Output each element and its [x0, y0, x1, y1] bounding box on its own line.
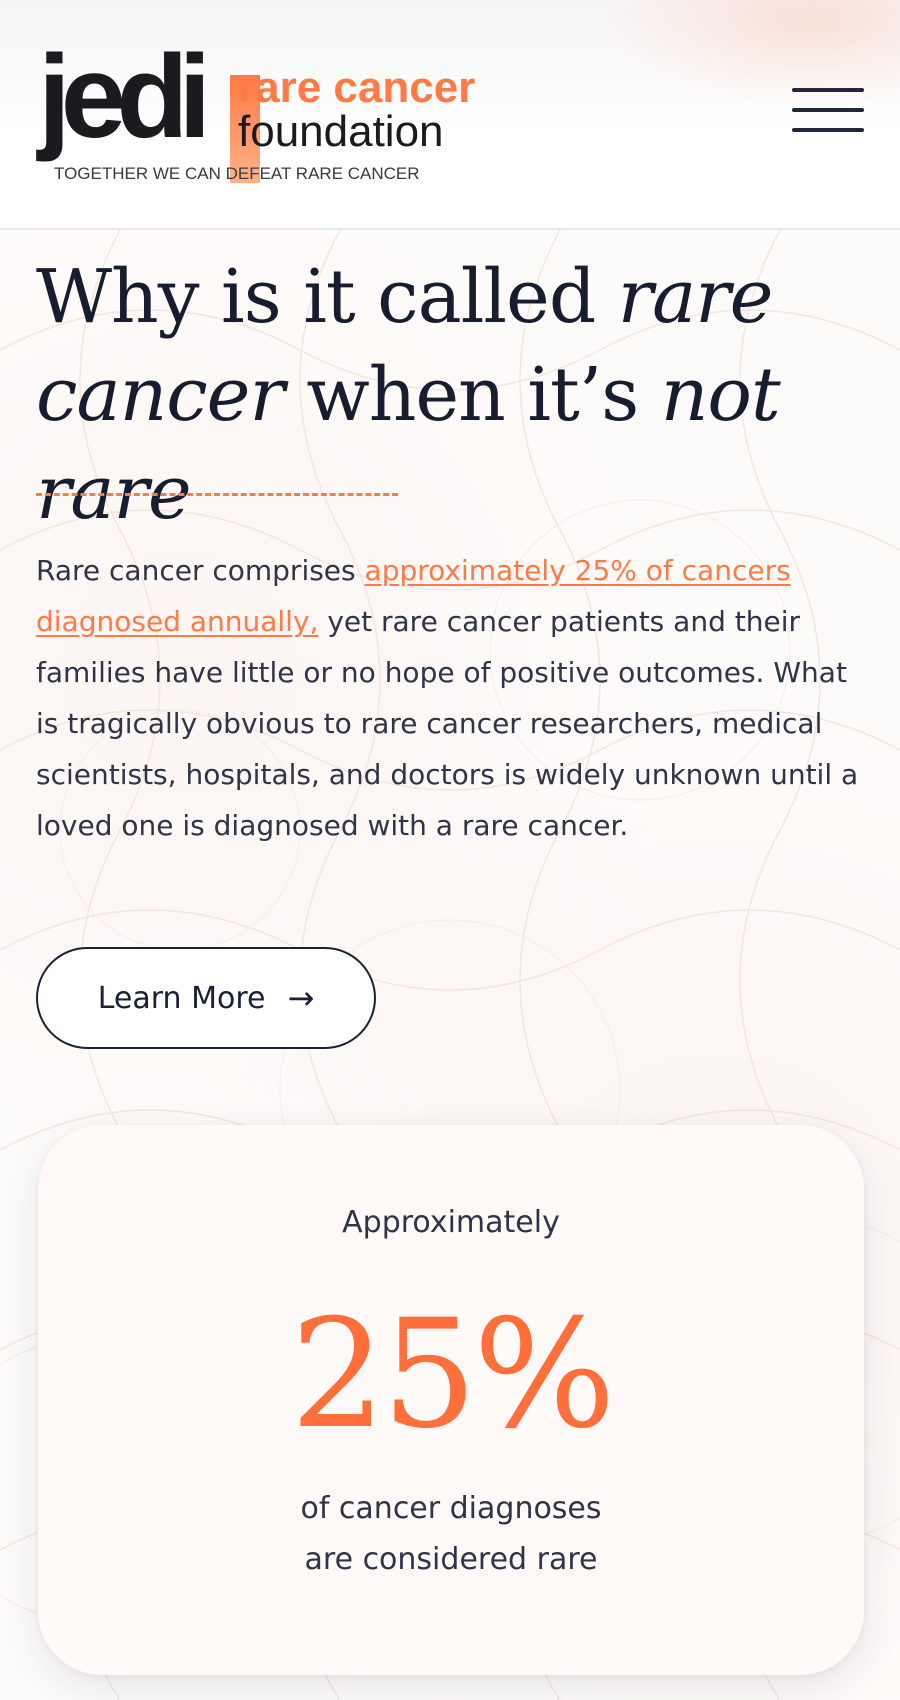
logo-line-rare-cancer: rare cancer — [238, 63, 476, 112]
page-title: Why is it called rare cancer when it’s n… — [36, 248, 876, 542]
logo-tagline: TOGETHER WE CAN DEFEAT RARE CANCER — [54, 164, 420, 183]
intro-paragraph: Rare cancer comprises approximately 25% … — [36, 545, 866, 851]
stat-caption-line: of cancer diagnoses — [300, 1491, 602, 1526]
menu-button[interactable] — [792, 88, 866, 136]
logo-line-foundation: foundation — [238, 107, 444, 156]
title-part: when it’s — [283, 352, 661, 438]
learn-more-label: Learn More — [97, 980, 266, 1016]
hamburger-icon-bar — [792, 108, 864, 112]
logo-mark: jedi — [38, 31, 211, 163]
paragraph-text: Rare cancer comprises — [36, 554, 365, 587]
learn-more-button[interactable]: Learn More → — [36, 947, 376, 1049]
stat-prefix: Approximately — [342, 1205, 560, 1240]
site-header: jedi rare cancer foundation TOGETHER WE … — [0, 0, 900, 230]
stat-caption: of cancer diagnoses are considered rare — [38, 1483, 864, 1585]
hamburger-icon-bar — [792, 128, 864, 132]
hamburger-icon — [792, 88, 864, 92]
main-content: Why is it called rare cancer when it’s n… — [0, 0, 900, 1700]
dashed-divider — [36, 493, 398, 496]
site-logo[interactable]: jedi rare cancer foundation TOGETHER WE … — [38, 38, 488, 188]
stat-value: 25% — [290, 1288, 615, 1462]
paragraph-text: yet rare cancer patients and their famil… — [36, 605, 859, 842]
stat-card: Approximately 25% of cancer diagnoses ar… — [38, 1125, 864, 1675]
title-part: Why is it called — [36, 254, 618, 340]
stat-caption-line: are considered rare — [304, 1542, 598, 1577]
arrow-right-icon: → — [287, 979, 315, 1017]
